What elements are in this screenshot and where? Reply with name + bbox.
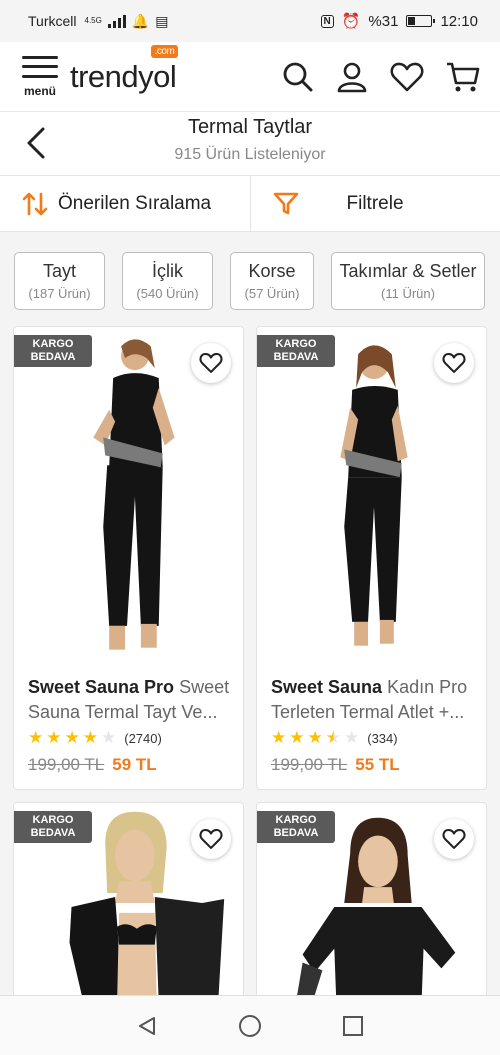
sort-button[interactable]: Önerilen Sıralama [0,176,251,231]
favorite-button[interactable] [434,819,474,859]
old-price: 199,00 TL [271,755,348,774]
subcategory-chips: Tayt (187 Ürün) İçlik (540 Ürün) Korse (… [14,252,485,310]
star-icon: ★ [64,728,80,747]
free-shipping-badge: KARGO BEDAVA [257,811,335,843]
product-card[interactable]: KARGO BEDAVA Sweet Sauna Kadın Pro Terle… [256,326,487,790]
rating-stars: ★ ★ ★ ★ ★ [28,729,119,748]
heart-icon [199,829,223,849]
product-brand: Sweet Sauna Pro [28,677,175,697]
logo-tag: .com [150,44,179,58]
review-count: (334) [367,731,398,746]
sort-arrows-icon [22,192,48,215]
battery-icon [406,15,436,27]
free-shipping-badge: KARGO BEDAVA [14,335,92,367]
chip-name: Takımlar & Setler [339,261,477,281]
app-header: menü trendyol .com [0,42,500,112]
signal-icon [107,14,126,28]
product-prices: 199,00 TL 55 TL [271,755,400,775]
image-icon: ▤ [155,12,169,29]
chip-count: (540 Ürün) [136,286,199,301]
hamburger-icon [22,55,58,78]
heart-icon [442,829,466,849]
chip-name: İçlik [152,261,183,281]
star-icon: ★ [344,728,360,747]
product-card[interactable]: KARGO BEDAVA Sweet Sauna Pro Sweet Sauna… [13,326,244,790]
status-bar: Turkcell 4.5G 🔔 ▤ N ⏰ %31 12:10 [0,0,500,42]
star-icon: ★ [289,728,305,747]
chip-count: (11 Ürün) [381,286,435,301]
recents-square-icon[interactable] [342,1015,364,1037]
star-icon: ★ [271,728,287,747]
nfc-icon: N [320,14,334,28]
chip-iclik[interactable]: İçlik (540 Ürün) [122,252,213,310]
chip-takimlar-setler[interactable]: Takımlar & Setler (11 Ürün) [331,252,485,310]
chip-name: Korse [248,261,296,281]
favorite-button[interactable] [191,343,231,383]
star-icon: ★ [46,728,62,747]
filter-button[interactable]: Filtrele [251,176,500,231]
heart-icon [442,353,466,373]
free-shipping-badge: KARGO BEDAVA [257,335,335,367]
back-triangle-icon[interactable] [136,1015,158,1037]
category-title-bar: Termal Taytlar 915 Ürün Listeleniyor [0,112,500,176]
favorite-button[interactable] [191,819,231,859]
notification-icon: 🔔 [131,12,150,29]
star-icon: ★ [82,728,98,747]
user-icon[interactable] [336,61,368,93]
new-price: 59 TL [112,755,157,774]
system-nav-bar [0,995,500,1055]
cart-icon[interactable] [446,61,480,93]
heart-icon [199,353,223,373]
battery-percent: %31 [368,12,399,30]
chip-count: (57 Ürün) [244,286,300,301]
search-icon[interactable] [282,61,314,93]
product-rating: ★ ★ ★ ★ ★ (334) [271,729,398,748]
alarm-icon: ⏰ [341,13,361,30]
page-title: Termal Taytlar [187,116,313,138]
network-type: 4.5G [84,16,102,25]
favorite-button[interactable] [434,343,474,383]
old-price: 199,00 TL [28,755,105,774]
product-name: Sweet Sauna Pro Sweet Sauna Termal Tayt … [28,675,231,727]
trendyol-logo[interactable]: trendyol .com [70,44,179,95]
clock: 12:10 [440,12,478,30]
logo-text: trendyol [70,58,177,94]
carrier-name: Turkcell [28,13,77,29]
product-prices: 199,00 TL 59 TL [28,755,157,775]
product-brand: Sweet Sauna [271,677,383,697]
heart-icon[interactable] [390,61,424,93]
chip-count: (187 Ürün) [28,286,91,301]
rating-stars: ★ ★ ★ ★ ★ [271,729,362,748]
filter-funnel-icon [273,192,298,214]
product-rating: ★ ★ ★ ★ ★ (2740) [28,729,162,748]
chip-tayt[interactable]: Tayt (187 Ürün) [14,252,105,310]
star-icon: ★ [307,728,323,747]
chip-korse[interactable]: Korse (57 Ürün) [230,252,314,310]
chip-name: Tayt [42,261,76,281]
menu-button[interactable]: menü [20,55,60,98]
sort-label: Önerilen Sıralama [58,192,212,214]
star-icon: ★ [101,728,117,747]
star-icon: ★ [28,728,44,747]
sort-filter-bar: Önerilen Sıralama Filtrele [0,176,500,232]
star-icon: ★ [325,728,341,747]
review-count: (2740) [124,731,162,746]
new-price: 55 TL [355,755,400,774]
product-name: Sweet Sauna Kadın Pro Terleten Termal At… [271,675,474,727]
filter-label: Filtrele [346,192,404,214]
home-circle-icon[interactable] [238,1014,262,1038]
result-count: 915 Ürün Listeleniyor [174,146,326,163]
menu-label: menü [23,83,56,98]
free-shipping-badge: KARGO BEDAVA [14,811,92,843]
